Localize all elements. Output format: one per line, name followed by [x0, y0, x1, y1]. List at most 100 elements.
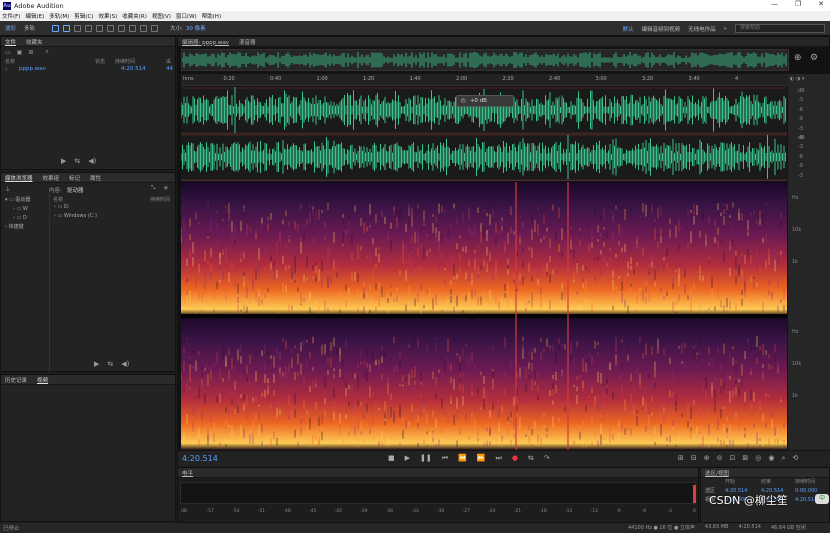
clip-indicator[interactable] [693, 485, 696, 503]
size-value[interactable]: 30 像素 [186, 24, 206, 32]
zoom-nav-icon[interactable]: ⊕ [794, 53, 802, 63]
header-rate[interactable]: 采 [166, 58, 171, 65]
razor-tool-icon[interactable] [85, 24, 93, 32]
loop-playback-button[interactable]: ⇆ [528, 454, 534, 463]
tab-effects-rack[interactable]: 效果组 [43, 174, 60, 182]
file-search-icon[interactable]: ⌕ [45, 48, 48, 56]
tab-video[interactable]: 视频 [37, 376, 48, 384]
menu-multitrack[interactable]: 多轨(M) [49, 12, 69, 20]
header-duration[interactable]: 持续时间 [115, 58, 135, 65]
add-shortcut-icon[interactable]: + [163, 184, 169, 192]
tab-favorites[interactable]: 收藏夹 [26, 38, 43, 46]
zoom-freq-button[interactable]: ⌕ [781, 454, 785, 463]
tab-files[interactable]: 文件 [5, 38, 16, 46]
stop-button[interactable]: ■ [388, 454, 395, 463]
zoom-in-point-button[interactable]: ◎ [755, 454, 761, 463]
media-loop-icon[interactable]: ⇆ [107, 360, 113, 368]
open-file-icon[interactable]: ▣ [17, 49, 23, 56]
volume-icon[interactable]: ◀) [88, 157, 96, 165]
minimize-button[interactable]: — [771, 0, 778, 8]
file-row[interactable]: › pppp.wav 4:20.514 44 [1, 66, 175, 75]
tab-editor[interactable]: 编辑器: pppp.wav [182, 38, 229, 46]
ime-indicator-icon[interactable]: 中 [815, 494, 829, 504]
hud-volume[interactable]: ◴ +0 dB [456, 95, 514, 107]
tab-markers[interactable]: 标记 [69, 174, 80, 182]
overview-navigator[interactable] [181, 49, 789, 71]
close-button[interactable]: ✕ [818, 0, 824, 8]
pause-button[interactable]: ❚❚ [420, 454, 432, 463]
spectral-frequency-icon[interactable] [52, 24, 60, 32]
menu-file[interactable]: 文件(F) [2, 12, 20, 20]
tab-history[interactable]: 历史记录 [5, 376, 27, 384]
brush-tool-icon[interactable] [140, 24, 148, 32]
tab-properties[interactable]: 属性 [90, 174, 101, 182]
drive-d-item[interactable]: › ▭ D: [54, 203, 176, 212]
media-header-duration[interactable]: 持续时间 [150, 196, 170, 203]
go-end-button[interactable]: ⏭ [496, 454, 502, 463]
zoom-reset-button[interactable]: ⟲ [792, 454, 798, 463]
help-search-input[interactable]: 搜索帮助 [735, 24, 825, 33]
media-volume-icon[interactable]: ◀) [121, 360, 129, 368]
tree-drive-w[interactable]: › ▭ W [5, 205, 30, 214]
zoom-in-time-button[interactable]: ⊕ [704, 454, 710, 463]
tab-mixer[interactable]: 混音器 [239, 38, 256, 46]
zoom-out-time-button[interactable]: ⊖ [717, 454, 723, 463]
tab-media-browser[interactable]: 媒体浏览器 [5, 174, 33, 182]
multitrack-view-button[interactable]: 多轨 [21, 23, 38, 33]
spot-healing-icon[interactable] [151, 24, 159, 32]
move-tool-icon[interactable] [74, 24, 82, 32]
settings-gear-icon[interactable]: ⚙ [810, 53, 818, 63]
workspace-edit-video[interactable]: 编辑音频到视频 [642, 25, 681, 33]
media-header-name[interactable]: 名称 [53, 196, 63, 203]
tree-drives[interactable]: ▾ ▭ 驱动器 [5, 196, 30, 205]
menu-window[interactable]: 窗口(W) [176, 12, 197, 20]
spectral-display[interactable] [181, 182, 787, 450]
lasso-tool-icon[interactable] [129, 24, 137, 32]
waveform-view-button[interactable]: 波形 [2, 23, 19, 33]
collapse-icon[interactable]: ⤡ [151, 185, 155, 192]
skip-selection-button[interactable]: ↷ [544, 454, 550, 463]
menu-view[interactable]: 视图(V) [152, 12, 171, 20]
zoom-out-point-button[interactable]: ◉ [768, 454, 774, 463]
play-icon[interactable]: ▶ [61, 157, 66, 165]
header-name[interactable]: 名称 [5, 58, 15, 65]
workspace-radio[interactable]: 无线电作品 [688, 25, 716, 33]
zoom-in-amp-button[interactable]: ⊞ [678, 454, 684, 463]
more-workspaces-icon[interactable]: » [724, 26, 727, 32]
menu-edit[interactable]: 编辑(E) [25, 12, 44, 20]
waveform-display[interactable]: ◴ +0 dB [180, 87, 787, 181]
menu-help[interactable]: 帮助(H) [202, 12, 221, 20]
drive-icon[interactable]: ⏚ [5, 185, 11, 193]
media-play-icon[interactable]: ▶ [94, 360, 99, 368]
import-icon[interactable]: ⊞ [28, 49, 33, 56]
current-timecode[interactable]: 4:20.514 [182, 454, 218, 463]
workspace-default[interactable]: 默认 [623, 25, 634, 33]
maximize-button[interactable]: ❐ [795, 0, 801, 8]
header-status[interactable]: 状态 [95, 58, 105, 65]
content-dropdown[interactable]: 驱动器 [67, 186, 84, 194]
tree-drive-d[interactable]: › ▭ D [5, 214, 30, 223]
fast-forward-button[interactable]: ⏩ [477, 454, 486, 463]
tree-shortcuts[interactable]: › 快捷键 [5, 223, 30, 232]
zoom-out-full-button[interactable]: ⊡ [730, 454, 736, 463]
menu-clip[interactable]: 剪辑(C) [74, 12, 93, 20]
drive-c-item[interactable]: › ▭ Windows (C:) [54, 212, 176, 221]
rewind-button[interactable]: ⏪ [458, 454, 467, 463]
slip-tool-icon[interactable] [96, 24, 104, 32]
go-start-button[interactable]: ⏮ [442, 454, 448, 463]
menu-effects[interactable]: 效果(S) [98, 12, 117, 20]
zoom-in-amp-icon[interactable]: ◐ ◑ ▾ [790, 76, 804, 82]
time-selection-tool-icon[interactable] [107, 24, 115, 32]
play-button[interactable]: ▶ [405, 454, 410, 463]
time-ruler[interactable]: hms 0:20 0:40 1:00 1:20 1:40 2:00 2:20 2:40 3:00 3… [181, 74, 789, 86]
record-button[interactable]: ● [512, 454, 518, 463]
zoom-out-amp-button[interactable]: ⊟ [691, 454, 697, 463]
spectral-pitch-icon[interactable] [63, 24, 71, 32]
new-file-icon[interactable]: ▭ [5, 49, 11, 56]
loop-icon[interactable]: ⇆ [74, 157, 80, 165]
marquee-tool-icon[interactable] [118, 24, 126, 32]
zoom-selection-button[interactable]: ⊠ [742, 454, 748, 463]
menu-favorites[interactable]: 收藏夹(R) [122, 12, 147, 20]
hud-knob-icon[interactable]: ◴ [461, 98, 466, 104]
sel-duration-value[interactable]: 0:00.000 [795, 487, 817, 496]
